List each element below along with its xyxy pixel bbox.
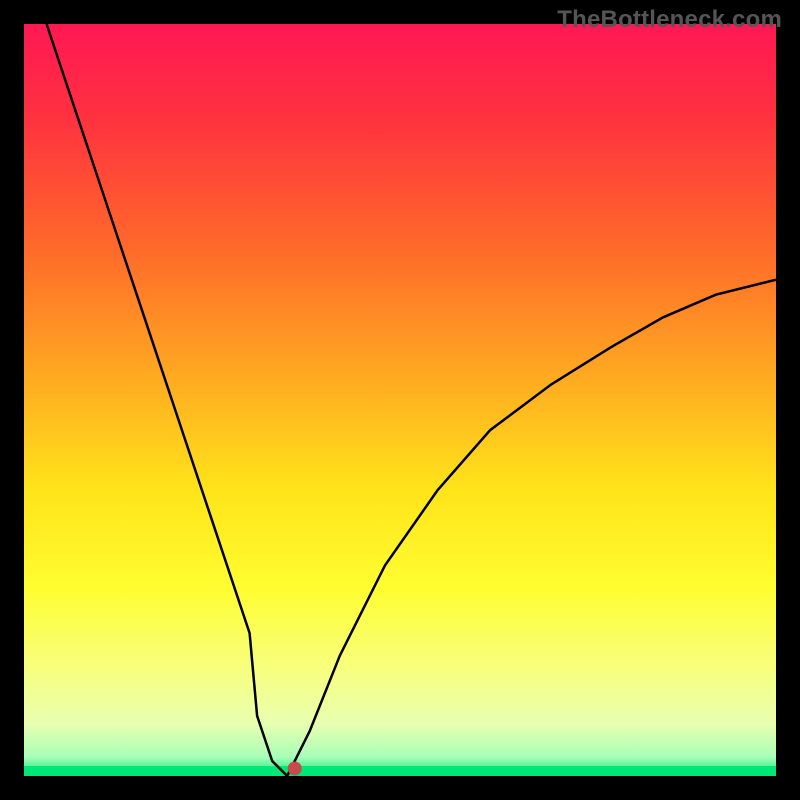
chart-background [24, 24, 776, 776]
chart-plot-area [24, 24, 776, 776]
chart-base-strip [24, 766, 776, 776]
chart-svg [24, 24, 776, 776]
watermark-text: TheBottleneck.com [557, 6, 782, 34]
optimal-point-marker [288, 761, 302, 775]
